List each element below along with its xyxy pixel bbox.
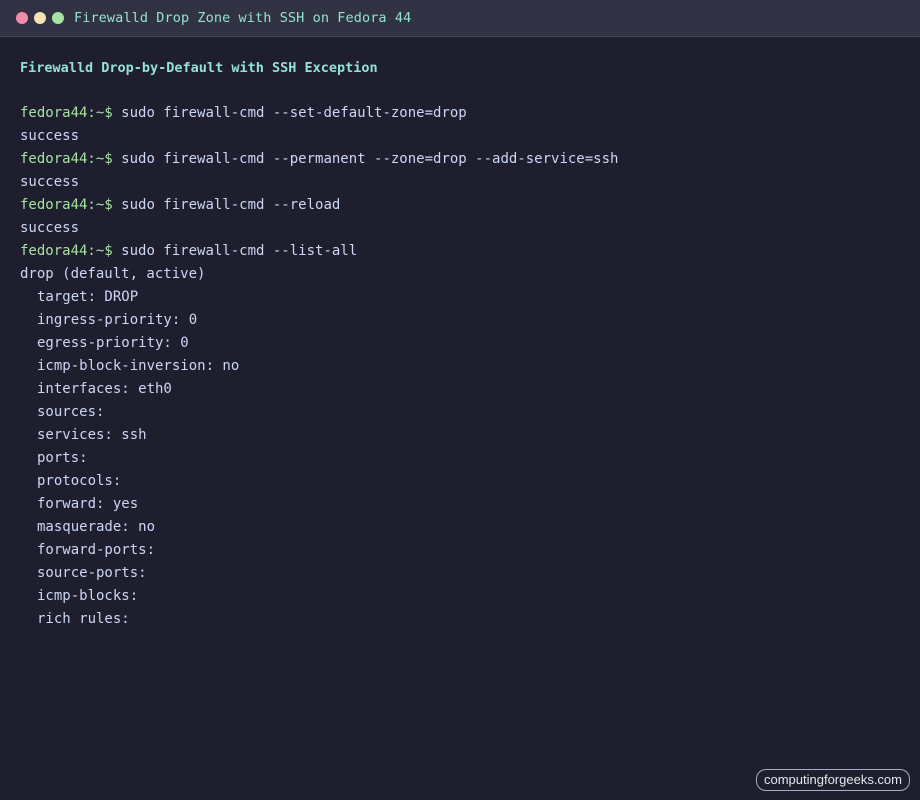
- shell-prompt: fedora44:~$: [20, 151, 113, 167]
- zone-detail-line: egress-priority: 0: [37, 335, 189, 351]
- shell-prompt: fedora44:~$: [20, 197, 113, 213]
- zone-detail-line: rich rules:: [37, 611, 130, 627]
- command-output: success: [20, 128, 80, 144]
- command-line: fedora44:~$ sudo firewall-cmd --reload: [20, 194, 900, 217]
- zone-detail-line: forward-ports:: [37, 542, 156, 558]
- command-output: success: [20, 220, 80, 236]
- zone-detail-line: forward: yes: [37, 496, 139, 512]
- close-window-button[interactable]: [16, 12, 28, 24]
- zone-detail-line: services: ssh: [37, 427, 147, 443]
- command-output: success: [20, 174, 80, 190]
- maximize-window-button[interactable]: [52, 12, 64, 24]
- zone-detail-line: icmp-blocks:: [37, 588, 139, 604]
- terminal-output[interactable]: Firewalld Drop-by-Default with SSH Excep…: [20, 57, 900, 631]
- zone-detail-line: interfaces: eth0: [37, 381, 172, 397]
- zone-detail-line: ingress-priority: 0: [37, 312, 198, 328]
- watermark-badge: computingforgeeks.com: [755, 769, 910, 791]
- minimize-window-button[interactable]: [34, 12, 46, 24]
- command-line: fedora44:~$ sudo firewall-cmd --list-all: [20, 240, 900, 263]
- terminal-heading: Firewalld Drop-by-Default with SSH Excep…: [20, 60, 378, 76]
- zone-detail-line: icmp-block-inversion: no: [37, 358, 240, 374]
- command-text: sudo firewall-cmd --list-all: [121, 243, 358, 259]
- zone-detail-line: sources:: [37, 404, 105, 420]
- shell-prompt: fedora44:~$: [20, 105, 113, 121]
- zone-detail-line: ports:: [37, 450, 88, 466]
- command-text: sudo firewall-cmd --set-default-zone=dro…: [121, 105, 467, 121]
- zone-detail-line: target: DROP: [37, 289, 139, 305]
- terminal-window: Firewalld Drop Zone with SSH on Fedora 4…: [0, 0, 920, 800]
- command-line: fedora44:~$ sudo firewall-cmd --permanen…: [20, 148, 900, 171]
- title-bar: Firewalld Drop Zone with SSH on Fedora 4…: [0, 0, 920, 37]
- zone-header: drop (default, active): [20, 266, 206, 282]
- shell-prompt: fedora44:~$: [20, 243, 113, 259]
- command-text: sudo firewall-cmd --reload: [121, 197, 341, 213]
- command-line: fedora44:~$ sudo firewall-cmd --set-defa…: [20, 102, 900, 125]
- zone-detail-line: protocols:: [37, 473, 122, 489]
- zone-detail-line: source-ports:: [37, 565, 147, 581]
- command-text: sudo firewall-cmd --permanent --zone=dro…: [121, 151, 619, 167]
- window-title: Firewalld Drop Zone with SSH on Fedora 4…: [74, 10, 412, 26]
- zone-detail-line: masquerade: no: [37, 519, 156, 535]
